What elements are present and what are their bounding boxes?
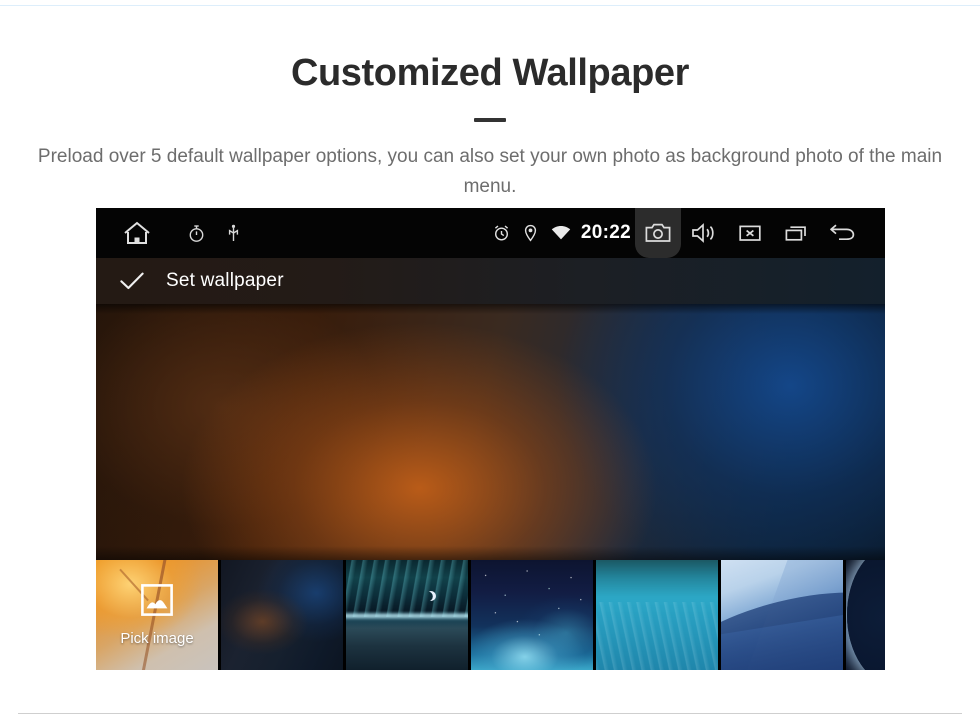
camera-screenshot-icon[interactable] [635, 208, 681, 258]
picture-frame-icon [140, 583, 174, 622]
stopwatch-icon [188, 224, 205, 243]
alarm-clock-icon [493, 224, 510, 242]
wifi-icon [551, 225, 571, 241]
close-box-icon[interactable] [727, 208, 773, 258]
wallpaper-thumbnail-strip[interactable]: Pick image [96, 560, 885, 670]
location-pin-icon [524, 224, 537, 242]
thumbnail-wallpaper-4[interactable] [596, 560, 718, 670]
thumbnail-wallpaper-1[interactable] [221, 560, 343, 670]
bottom-divider [18, 713, 962, 714]
page-subtitle: Preload over 5 default wallpaper options… [37, 145, 943, 197]
status-bar-left [96, 219, 240, 247]
pick-image-label: Pick image [120, 630, 194, 647]
wallpaper-feature-section: Customized Wallpaper Preload over 5 defa… [0, 0, 980, 726]
thumbnail-wallpaper-3[interactable] [471, 560, 593, 670]
android-screenshot: 20:22 Set wallpaper Pick image [96, 208, 885, 670]
usb-icon [227, 224, 240, 243]
thumbnail-wallpaper-6[interactable] [846, 560, 885, 670]
thumbnail-pick-image[interactable]: Pick image [96, 560, 218, 670]
status-bar-right: 20:22 [493, 208, 865, 258]
title-underline-dash [474, 117, 506, 122]
status-bar-clock: 20:22 [580, 222, 631, 243]
top-divider [0, 5, 980, 6]
recents-icon[interactable] [773, 208, 819, 258]
home-icon[interactable] [122, 219, 152, 247]
actionbar-label: Set wallpaper [166, 270, 284, 291]
status-bar: 20:22 [96, 208, 885, 258]
decor-aurora-beams [346, 560, 468, 618]
pick-image-content: Pick image [96, 560, 218, 670]
decor-wave-streaks [596, 601, 718, 670]
decor-starfield [471, 560, 593, 670]
thumbnail-wallpaper-5[interactable] [721, 560, 843, 670]
decor-earth-globe [847, 560, 885, 670]
page-title: Customized Wallpaper [290, 52, 690, 94]
thumbnail-wallpaper-2[interactable] [346, 560, 468, 670]
heading-block: Customized Wallpaper Preload over 5 defa… [0, 52, 980, 202]
decor-atmosphere-rim [346, 611, 468, 620]
wallpaper-preview[interactable] [96, 304, 885, 560]
volume-icon[interactable] [681, 208, 727, 258]
back-icon[interactable] [819, 208, 865, 258]
check-icon[interactable] [118, 270, 146, 292]
set-wallpaper-actionbar[interactable]: Set wallpaper [96, 258, 885, 304]
